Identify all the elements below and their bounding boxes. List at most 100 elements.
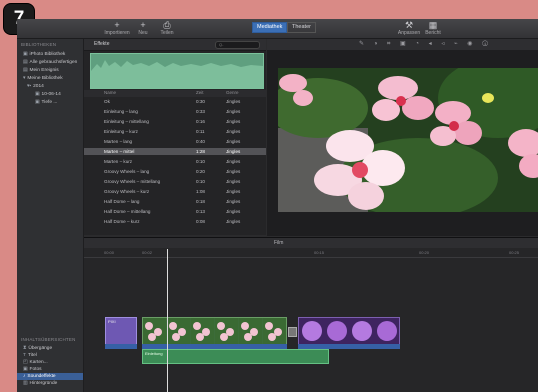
column-name[interactable]: Name <box>104 90 116 95</box>
list-item[interactable]: Half Dome – kurz 0:08 Jingles <box>84 218 266 225</box>
video-clip-violet[interactable] <box>298 317 400 345</box>
sidebar-item-label: Soundeffekte <box>27 374 56 379</box>
preview-image <box>278 68 538 212</box>
sound-duration: 0:10 <box>196 179 205 184</box>
titles-icon: T <box>23 353 26 358</box>
list-item[interactable]: Groovy Wheels – mittellang 0:10 Jingles <box>84 178 266 185</box>
sidebar-item-year[interactable]: ▾▪ 2014 <box>27 83 85 90</box>
map-icon: ◰ <box>23 360 28 365</box>
sound-genre: Jingles <box>226 169 241 174</box>
sound-name: Half Dome – mittellang <box>104 209 151 214</box>
transition-marker[interactable] <box>288 327 297 337</box>
sound-genre: Jingles <box>226 199 241 204</box>
report-button[interactable]: ▦ Bericht <box>419 20 447 36</box>
background-icon: ▥ <box>23 381 28 386</box>
event-icon: ▣ <box>35 92 40 97</box>
sidebar-item-photos[interactable]: ▣ Fotos <box>23 366 81 373</box>
playhead[interactable] <box>167 249 168 392</box>
sidebar-item-maps[interactable]: ◰ Karten... <box>23 359 81 366</box>
ruler-tick: 00:25 <box>509 250 520 255</box>
viewer-toolbar[interactable]: ✎ ◑ ⌗ ▣ ◔ ◂ ◃ ⌁ ◉ ⓘ <box>267 39 538 50</box>
share-button[interactable]: ⎙ Teilen <box>153 20 181 36</box>
list-item[interactable]: Marten – kurz 0:10 Jingles <box>84 158 266 165</box>
list-item[interactable]: Groovy Wheels – kurz 1:08 Jingles <box>84 188 266 195</box>
sound-genre: Jingles <box>226 159 241 164</box>
list-item[interactable]: Half Dome – mittellang 0:13 Jingles <box>84 208 266 215</box>
sound-name: Groovy Wheels – mittellang <box>104 179 161 184</box>
list-item[interactable]: Marten – mittel 1:28 Jingles <box>84 148 266 155</box>
timeline-ruler[interactable]: 00:00 00:02 00:15 00:20 00:25 <box>84 249 538 258</box>
folder-icon: ▾▪ <box>27 84 32 89</box>
music-clip-label: Einleitung <box>145 351 163 356</box>
sidebar-item-soundeffects[interactable]: ♪ Soundeffekte <box>17 373 83 380</box>
film-icon: ▤ <box>23 68 28 73</box>
sidebar-item-library[interactable]: ▾ Meine Bibliothek <box>23 75 81 82</box>
sound-duration: 0:13 <box>196 209 205 214</box>
audio-waveform-preview[interactable] <box>90 53 264 89</box>
music-clip[interactable]: Einleitung <box>142 349 329 364</box>
viewer: ✎ ◑ ⌗ ▣ ◔ ◂ ◃ ⌁ ◉ ⓘ <box>267 39 538 236</box>
sidebar-item-iphoto[interactable]: ▣ iPhoto Bibliothek <box>23 51 81 58</box>
sidebar-item-label: Tiefe ... <box>41 100 58 105</box>
timeline-title: Film <box>274 240 284 246</box>
sound-genre: Jingles <box>226 149 241 154</box>
music-note-icon: ♪ <box>23 374 26 379</box>
event-icon: ▣ <box>35 100 40 105</box>
ruler-tick: 00:00 <box>104 250 115 255</box>
sound-name: Groovy Wheels – kurz <box>104 189 150 194</box>
list-item[interactable]: Ok 0:30 Jingles <box>84 98 266 105</box>
import-label: Importieren <box>104 30 130 36</box>
search-input[interactable]: Q- <box>215 41 260 49</box>
tab-mediathek[interactable]: Mediathek <box>252 22 288 33</box>
share-label: Teilen <box>160 30 174 36</box>
column-headers: Name Zeit Genre <box>84 90 266 97</box>
clip-audio-track <box>105 344 137 349</box>
sidebar-item-backgrounds[interactable]: ▥ Hintergründe <box>23 380 81 387</box>
list-item[interactable]: Einleitung – lang 0:33 Jingles <box>84 108 266 115</box>
list-item[interactable]: Half Dome – lang 0:18 Jingles <box>84 198 266 205</box>
title-clip[interactable]: PIXI <box>105 317 137 345</box>
browser-title: Effekte <box>94 41 110 47</box>
sound-duration: 0:10 <box>196 159 205 164</box>
clip-thumbnails <box>143 318 286 344</box>
video-clip-flowers[interactable] <box>142 317 287 345</box>
ruler-tick: 00:20 <box>419 250 430 255</box>
sound-genre: Jingles <box>226 99 241 104</box>
sound-name: Ok <box>104 99 110 104</box>
sidebar-item-event[interactable]: ▤ Mein Ereignis <box>23 67 81 74</box>
list-item[interactable]: Marten – lang 0:40 Jingles <box>84 138 266 145</box>
sound-name: Marten – kurz <box>104 159 133 164</box>
sound-genre: Jingles <box>226 139 241 144</box>
sidebar-heading-content: INHALTSÜBERSICHTEN <box>21 337 76 342</box>
share-icon: ⎙ <box>163 20 171 30</box>
sidebar-item-label: Titel <box>27 353 37 358</box>
sidebar-heading-libraries: BIBLIOTHEKEN <box>21 42 57 47</box>
sound-genre: Jingles <box>226 209 241 214</box>
sound-genre: Jingles <box>226 219 241 224</box>
new-label: Neu <box>138 30 148 36</box>
sound-duration: 0:16 <box>196 119 205 124</box>
list-item[interactable]: Einleitung – kurz 0:11 Jingles <box>84 128 266 135</box>
list-item[interactable]: Einleitung – mittellang 0:16 Jingles <box>84 118 266 125</box>
plus-icon: + <box>114 20 120 30</box>
sound-name: Einleitung – lang <box>104 109 138 114</box>
film-icon: ▤ <box>23 60 28 65</box>
column-time[interactable]: Zeit <box>196 90 204 95</box>
sound-duration: 0:30 <box>196 99 205 104</box>
sound-genre: Jingles <box>226 129 241 134</box>
list-item[interactable]: Groovy Wheels – lang 0:20 Jingles <box>84 168 266 175</box>
column-genre[interactable]: Genre <box>226 90 239 95</box>
sound-name: Half Dome – lang <box>104 199 140 204</box>
sound-genre: Jingles <box>226 119 241 124</box>
sidebar-item-transitions[interactable]: ⧗ Übergänge <box>23 345 81 352</box>
sidebar-item-titles[interactable]: T Titel <box>23 352 81 359</box>
waveform-graphic <box>91 60 263 88</box>
sidebar-item-all[interactable]: ▤ Alle gebrauchsfertigen <box>23 59 81 66</box>
sound-genre: Jingles <box>226 189 241 194</box>
sound-name: Marten – mittel <box>104 149 135 154</box>
sound-genre: Jingles <box>226 179 241 184</box>
toolbar: + Importieren + Neu ⎙ Teilen Mediathek T… <box>17 19 538 39</box>
import-button[interactable]: + Importieren <box>103 20 131 36</box>
sound-name: Half Dome – kurz <box>104 219 140 224</box>
tab-theater[interactable]: Theater <box>287 22 316 33</box>
